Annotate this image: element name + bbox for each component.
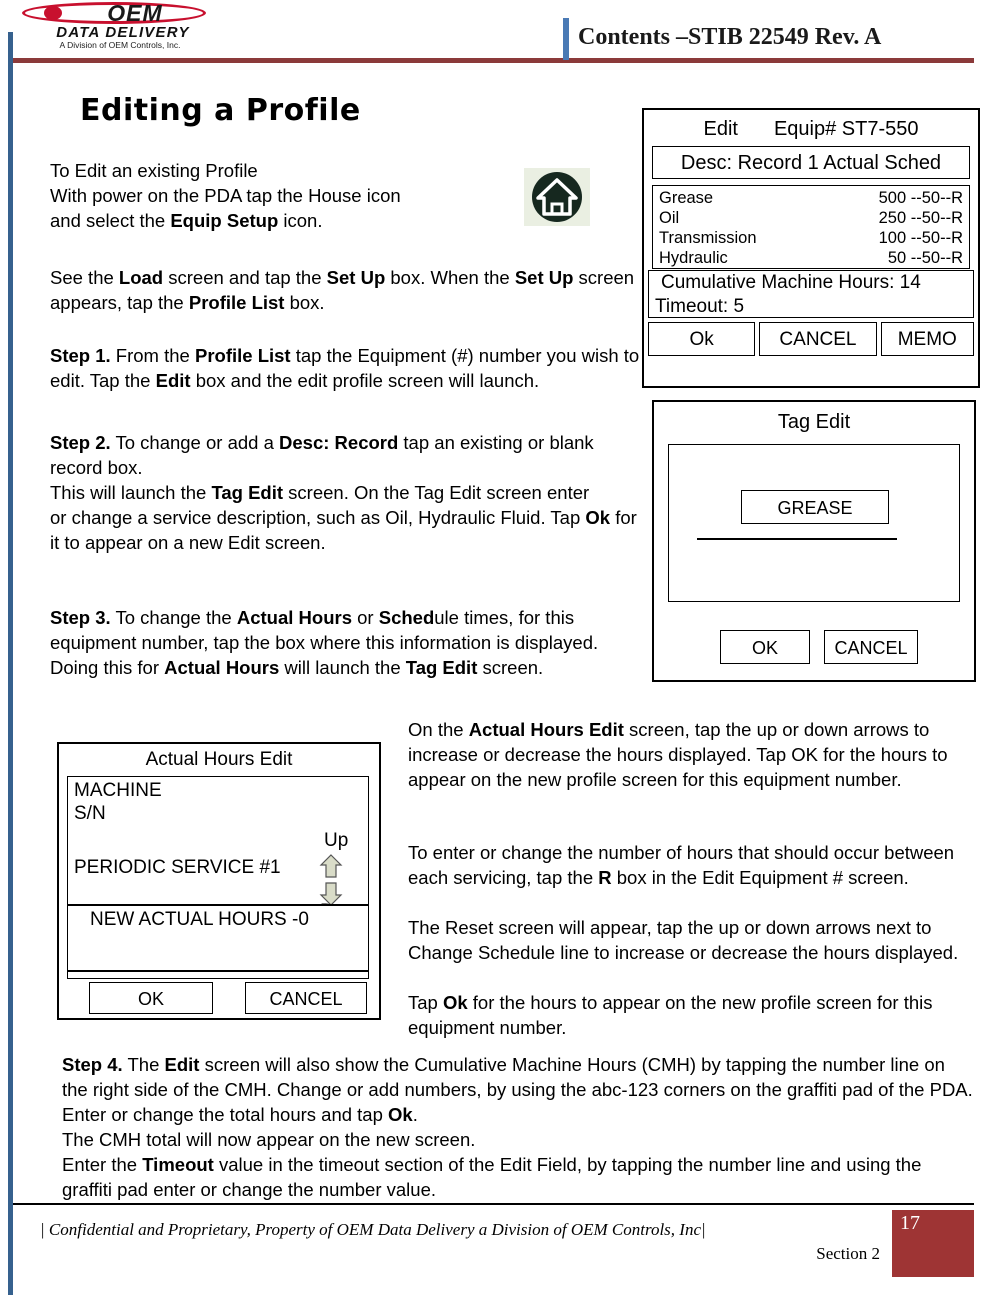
cancel-button[interactable]: CANCEL [759, 322, 877, 356]
document-header-title: Contents –STIB 22549 Rev. A [578, 24, 882, 50]
pda-tag-edit-screen: Tag Edit GREASE OK CANCEL [652, 400, 976, 682]
actual-hours-edit-title: Actual Hours Edit [145, 749, 293, 770]
serial-number-label: S/N [74, 803, 106, 824]
service-row[interactable]: Transmission 100 --50--R [659, 228, 963, 248]
cancel-button[interactable]: CANCEL [245, 982, 367, 1014]
ok-button[interactable]: Ok [648, 322, 756, 356]
paragraph-step-1: Step 1. From the Profile List tap the Eq… [50, 345, 640, 391]
new-actual-hours-line: NEW ACTUAL HOURS -0 [90, 909, 309, 930]
service-value: 50 --50--R [887, 249, 963, 267]
paragraph-intro: To Edit an existing Profile With power on… [50, 160, 401, 231]
bottom-accent-cap [8, 1276, 13, 1295]
paragraph-step-2: Step 2. To change or add a Desc: Record … [50, 432, 637, 553]
service-value: 500 --50--R [878, 189, 963, 207]
logo-data-delivery-text: DATA DELIVERY [56, 24, 190, 41]
new-actual-hours-area[interactable]: NEW ACTUAL HOURS -0 [67, 904, 369, 972]
edit-screen-title-left: Edit [703, 118, 738, 140]
header-accent-tick [563, 18, 569, 60]
up-label: Up [324, 830, 349, 851]
service-row[interactable]: Oil 250 --50--R [659, 208, 963, 228]
service-value: 100 --50--R [878, 229, 963, 247]
desc-record-box[interactable]: Desc: Record 1 Actual Sched [652, 146, 970, 179]
header-rule [13, 58, 974, 63]
service-row[interactable]: Hydraulic 50 --50--R [659, 248, 963, 268]
oem-data-delivery-logo: OEM DATA DELIVERY A Division of OEM Cont… [22, 0, 210, 52]
machine-label: MACHINE [74, 780, 162, 801]
cumulative-hours-box[interactable]: Cumulative Machine Hours: 14 Timeout: 5 [648, 270, 974, 318]
footer-confidential: | Confidential and Proprietary, Property… [40, 1220, 706, 1239]
paragraph-step-4: Step 4. The Edit screen will also show t… [62, 1054, 973, 1200]
paragraph-reset-screen: The Reset screen will appear, tap the up… [408, 917, 959, 963]
arrow-down-icon-svg [319, 882, 343, 905]
paragraph-load-screen: See the Load screen and tap the Set Up b… [50, 267, 635, 313]
oem-dot-icon [44, 6, 62, 20]
left-accent-bar [8, 32, 13, 1279]
service-name: Grease [659, 189, 714, 207]
scroll-bar[interactable] [67, 970, 369, 979]
arrow-up-icon-svg [319, 854, 343, 878]
tag-edit-title: Tag Edit [777, 411, 851, 433]
footer-section-label: Section 2 [816, 1244, 880, 1263]
tag-edit-underline [697, 538, 897, 540]
paragraph-step-3: Step 3. To change the Actual Hours or Sc… [50, 607, 599, 678]
paragraph-service-interval: To enter or change the number of hours t… [408, 842, 955, 888]
actual-hours-info-area: MACHINE S/N PERIODIC SERVICE #1 Up D [67, 776, 369, 906]
cancel-button[interactable]: CANCEL [824, 630, 918, 664]
service-name: Oil [659, 209, 680, 227]
page-number: 17 [900, 1212, 920, 1234]
pda-actual-hours-edit-screen: Actual Hours Edit MACHINE S/N PERIODIC S… [57, 742, 381, 1020]
service-name: Transmission [659, 229, 757, 247]
service-name: Hydraulic [659, 249, 728, 267]
arrow-down-icon[interactable] [318, 881, 344, 905]
ok-button[interactable]: OK [89, 982, 213, 1014]
tag-value-input[interactable]: GREASE [741, 490, 889, 524]
timeout-line: Timeout: 5 [655, 296, 745, 317]
edit-screen-title-right: Equip# ST7-550 [773, 118, 919, 140]
edit-screen-titlebar: Edit Equip# ST7-550 [644, 110, 978, 144]
oem-letters: OEM [107, 0, 163, 26]
paragraph-tap-ok: Tap Ok for the hours to appear on the ne… [408, 992, 933, 1038]
service-row[interactable]: Grease 500 --50--R [659, 188, 963, 208]
arrow-up-icon[interactable] [318, 853, 344, 884]
service-list: Grease 500 --50--R Oil 250 --50--R Trans… [652, 185, 970, 269]
edit-screen-button-row: Ok CANCEL MEMO [648, 322, 974, 356]
logo-division-text: A Division of OEM Controls, Inc. [59, 40, 181, 50]
cumulative-machine-hours-line: Cumulative Machine Hours: 14 [661, 272, 921, 293]
periodic-service-label: PERIODIC SERVICE #1 [74, 857, 281, 878]
service-value: 250 --50--R [878, 209, 963, 227]
tag-edit-field-area: GREASE [668, 444, 960, 602]
page-title: Editing a Profile [80, 93, 361, 128]
memo-button[interactable]: MEMO [880, 322, 974, 356]
footer-rule [13, 1203, 974, 1205]
house-icon-svg [532, 172, 582, 222]
ok-button[interactable]: OK [720, 630, 810, 664]
paragraph-actual-hours-edit: On the Actual Hours Edit screen, tap the… [408, 719, 948, 790]
oem-wordmark: OEM [22, 0, 210, 26]
house-icon [524, 168, 590, 226]
pda-edit-screen: Edit Equip# ST7-550 Desc: Record 1 Actua… [642, 108, 980, 388]
